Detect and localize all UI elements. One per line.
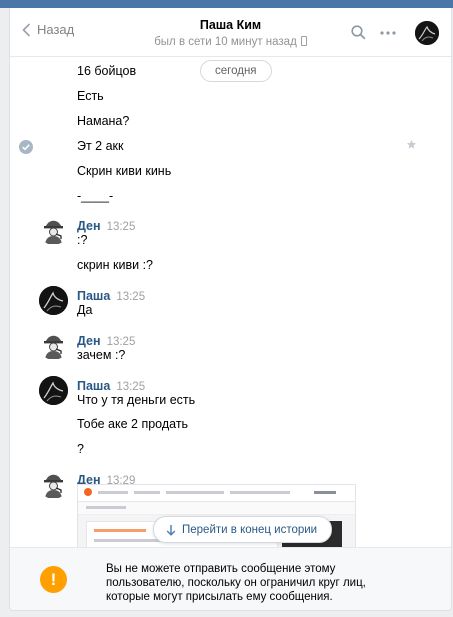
detective-avatar-icon [44,335,63,359]
screenshot-text [314,491,336,494]
message-text: скрин киви :? [77,258,154,272]
blocked-notice-bar: ! Вы не можете отправить сообщение этому… [10,547,451,610]
message-feed[interactable]: 16 бойцов Есть Намана? Эт 2 акк Скрин ки… [10,57,451,547]
top-bar [0,0,453,8]
online-status: был в сети 10 минут назад [10,36,451,48]
more-icon[interactable] [380,31,396,35]
author-name[interactable]: Паша [77,289,110,303]
message-time[interactable]: 13:25 [116,381,145,393]
message-author-row: Паша 13:25 [77,289,145,303]
chat-header: Назад Паша Ким был в сети 10 минут назад [10,8,451,57]
jump-to-end-button[interactable]: Перейти в конец истории [153,516,333,543]
author-name[interactable]: Ден [77,219,101,233]
message-text: Что у тя деньги есть [77,393,196,407]
message-time[interactable]: 13:25 [116,291,145,303]
message-author-row: Ден 13:25 [77,334,135,348]
warning-icon: ! [40,566,67,593]
message-author-row: Паша 13:25 [77,379,145,393]
message-text: 16 бойцов [77,64,137,78]
avatar[interactable] [39,376,68,405]
screenshot-text [86,506,126,509]
screenshot-text [98,491,128,494]
blocked-notice-text: Вы не можете отправить сообщение этому п… [106,563,366,603]
phone-icon [300,36,307,46]
search-icon[interactable] [351,25,366,40]
message-text: Тобе аке 2 продать [77,417,189,431]
author-name[interactable]: Паша [77,379,110,393]
contact-avatar[interactable] [415,21,439,45]
arrow-down-icon [166,524,176,536]
screenshot-text [134,491,160,494]
detective-avatar-icon [44,220,63,244]
message-text: Скрин киви кинь [77,164,172,178]
message-author-row: Ден 13:25 [77,219,135,233]
status-text: был в сети 10 минут назад [154,36,297,48]
star-icon[interactable] [406,139,417,150]
jump-to-end-label: Перейти в конец истории [182,523,318,536]
read-check-icon[interactable] [19,140,33,154]
contact-name[interactable]: Паша Ким [10,18,451,32]
message-text: зачем :? [77,348,126,362]
message-text: Есть [77,89,104,103]
message-text: -____- [77,189,114,203]
message-text: :? [77,233,88,247]
message-text: ? [77,442,84,456]
contact-avatar-icon [39,376,68,405]
message-text: Намана? [77,114,130,128]
message-text: Да [77,303,93,317]
screenshot-logo [84,488,92,496]
avatar[interactable] [39,470,68,499]
contact-avatar-icon [39,286,68,315]
detective-avatar-icon [44,474,63,498]
screenshot-text [230,491,290,494]
chat-panel: Назад Паша Ким был в сети 10 минут назад… [9,8,452,611]
avatar[interactable] [39,216,68,245]
screenshot-text [166,491,224,494]
avatar[interactable] [39,286,68,315]
author-name[interactable]: Ден [77,334,101,348]
screenshot-text [94,529,146,532]
date-separator[interactable]: сегодня [200,60,272,82]
avatar[interactable] [39,331,68,360]
message-time[interactable]: 13:25 [107,221,136,233]
message-time[interactable]: 13:25 [107,336,136,348]
message-text: Эт 2 акк [77,139,124,153]
